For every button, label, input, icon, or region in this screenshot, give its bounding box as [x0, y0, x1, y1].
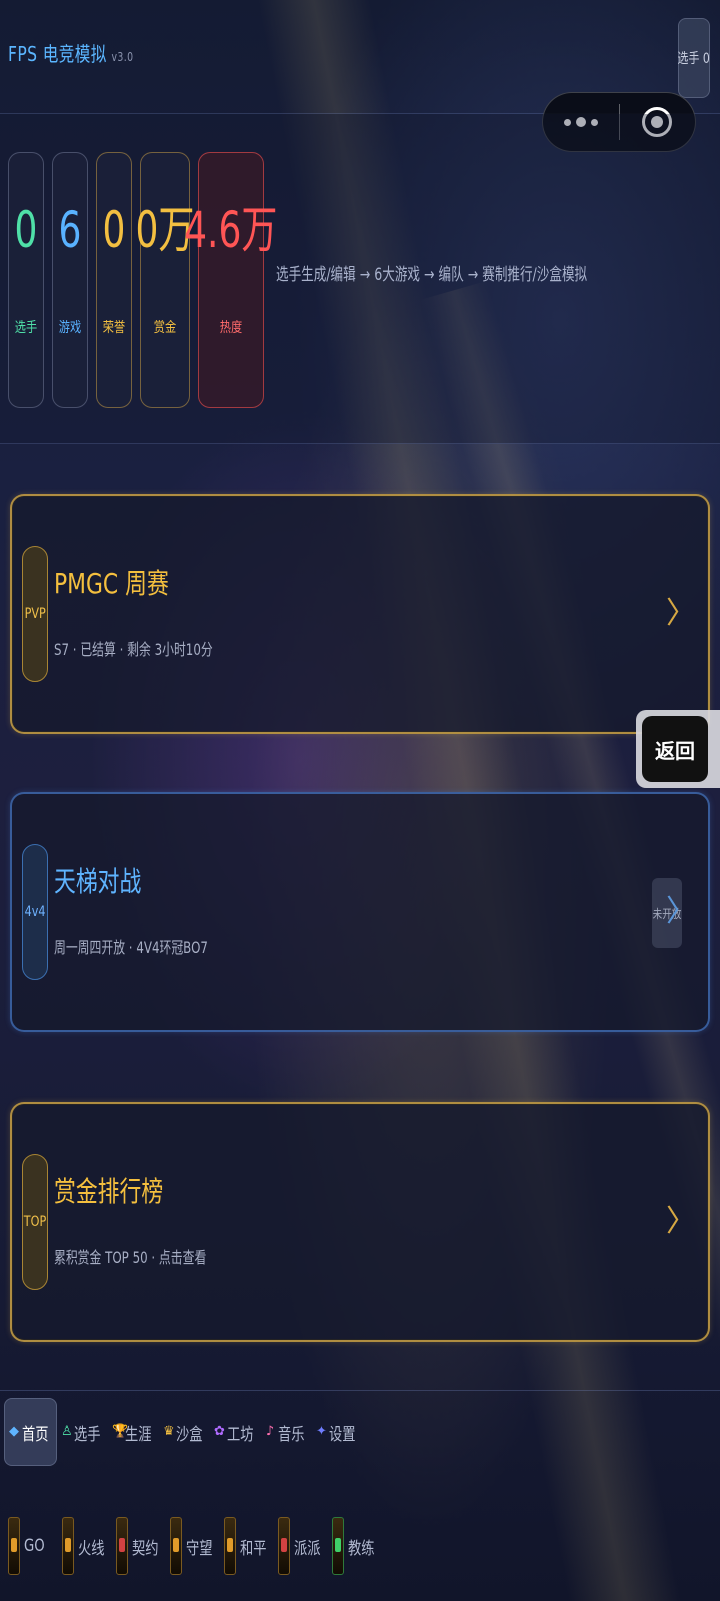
pvp-badge: PVP: [22, 546, 48, 682]
app-title-text: FPS 电竞模拟: [8, 42, 107, 66]
stat-heat: 4.6万 热度: [184, 152, 278, 408]
app-version: v3.0: [111, 50, 134, 64]
diamond-icon: ◆: [9, 1424, 19, 1439]
bottom-nav-games: GO 火线 契约 守望 和平 派派 教练: [4, 1510, 382, 1582]
nav-label: 火线: [78, 1538, 105, 1559]
crown-icon: ♛: [163, 1424, 175, 1439]
nav-item-home[interactable]: ◆ 首页: [4, 1398, 57, 1466]
nav-coach[interactable]: 教练: [328, 1510, 382, 1582]
top-badge: TOP: [22, 1154, 48, 1290]
nav-label: 首页: [22, 1424, 49, 1445]
nav-label: 沙盒: [176, 1424, 203, 1445]
nav-label: 工坊: [227, 1424, 254, 1445]
feature-flow-text: 选手生成/编辑 → 6大游戏 → 编队 → 赛制推行/沙盒模拟: [276, 265, 588, 285]
gear-icon: ✦: [316, 1424, 327, 1439]
stats-panel: 0 选手 6 游戏 0 荣誉 0万 赏金 4.6万 热度 选手生成/编辑 → 6…: [0, 114, 720, 444]
nav-item-players[interactable]: ♙ 选手: [57, 1398, 108, 1466]
card-ladder-battle[interactable]: 4v4 天梯对战 周一周四开放 · 4V4环冠BO7 未开放 〉: [10, 792, 710, 1032]
game-paipai-icon: [278, 1517, 290, 1575]
card-subtitle: 周一周四开放 · 4V4环冠BO7: [54, 938, 208, 957]
nav-item-settings[interactable]: ✦ 设置: [312, 1398, 363, 1466]
bottom-nav-divider: [0, 1390, 720, 1391]
back-button-face: 返回: [642, 716, 708, 782]
stat-bounty: 0万 赏金: [136, 152, 194, 408]
stat-value: 0: [14, 201, 38, 259]
stat-label: 荣誉: [102, 320, 126, 336]
card-bounty-leaderboard[interactable]: TOP 赏金排行榜 累积赏金 TOP 50 · 点击查看 〉: [10, 1102, 710, 1342]
nav-label: 派派: [294, 1538, 321, 1559]
game-valorant-icon: [116, 1517, 128, 1575]
card-title: 赏金排行榜: [54, 1175, 164, 1208]
player-icon: ♙: [61, 1424, 73, 1439]
nav-item-sandbox[interactable]: ♛ 沙盒: [159, 1398, 210, 1466]
game-peace-icon: [224, 1517, 236, 1575]
card-subtitle: 累积赏金 TOP 50 · 点击查看: [54, 1248, 207, 1267]
stat-honors: 0 荣誉: [96, 152, 132, 408]
card-title: 天梯对战: [54, 865, 142, 898]
nav-label: 音乐: [278, 1424, 305, 1445]
nav-label: 设置: [329, 1424, 356, 1445]
nav-label: GO: [24, 1536, 45, 1556]
card-title: PMGC 周赛: [54, 567, 169, 600]
chevron-right-icon: 〉: [666, 1204, 696, 1239]
back-label: 返回: [655, 738, 695, 763]
game-overwatch-icon: [170, 1517, 182, 1575]
flower-icon: ✿: [214, 1424, 225, 1439]
nav-game-peace[interactable]: 和平: [220, 1510, 274, 1582]
4v4-badge: 4v4: [22, 844, 48, 980]
chevron-right-icon: 〉: [666, 894, 696, 929]
nav-game-crossfire[interactable]: 火线: [58, 1510, 112, 1582]
stat-value: 0: [102, 201, 126, 259]
stat-players: 0 选手: [8, 152, 44, 408]
game-crossfire-icon: [62, 1517, 74, 1575]
stat-label: 热度: [219, 320, 243, 336]
game-go-icon: [8, 1517, 20, 1575]
chevron-right-icon: 〉: [666, 596, 696, 631]
app-title: FPS 电竞模拟 v3.0: [8, 38, 133, 67]
nav-label: 生涯: [125, 1424, 152, 1445]
player-count-chip[interactable]: 选手 0: [678, 18, 710, 98]
nav-game-paipai[interactable]: 派派: [274, 1510, 328, 1582]
nav-label: 教练: [348, 1538, 375, 1559]
card-subtitle: S7 · 已结算 · 剩余 3小时10分: [54, 640, 213, 659]
nav-game-overwatch[interactable]: 守望: [166, 1510, 220, 1582]
stat-label: 选手: [14, 320, 38, 336]
nav-item-career[interactable]: 🏆 生涯: [108, 1398, 159, 1466]
coach-icon: [332, 1517, 344, 1575]
stat-label: 游戏: [58, 320, 82, 336]
player-count-label: 选手 0: [677, 51, 711, 67]
floating-back-button[interactable]: 返回: [636, 710, 720, 788]
nav-game-go[interactable]: GO: [4, 1510, 58, 1582]
stat-games: 6 游戏: [52, 152, 88, 408]
stat-value: 6: [58, 201, 82, 259]
nav-label: 契约: [132, 1538, 159, 1559]
nav-item-music[interactable]: ♪ 音乐: [261, 1398, 312, 1466]
nav-label: 守望: [186, 1538, 213, 1559]
stat-label: 赏金: [153, 320, 177, 336]
nav-label: 选手: [74, 1424, 101, 1445]
nav-item-workshop[interactable]: ✿ 工坊: [210, 1398, 261, 1466]
music-note-icon: ♪: [265, 1424, 275, 1439]
bottom-nav-primary: ◆ 首页 ♙ 选手 🏆 生涯 ♛ 沙盒 ✿ 工坊 ♪ 音乐 ✦ 设置: [4, 1398, 363, 1466]
nav-label: 和平: [240, 1538, 267, 1559]
stat-value: 4.6万: [184, 201, 278, 259]
card-pmgc-weekly[interactable]: PVP PMGC 周赛 S7 · 已结算 · 剩余 3小时10分 〉: [10, 494, 710, 734]
nav-game-valorant[interactable]: 契约: [112, 1510, 166, 1582]
trophy-icon: 🏆: [112, 1424, 129, 1439]
